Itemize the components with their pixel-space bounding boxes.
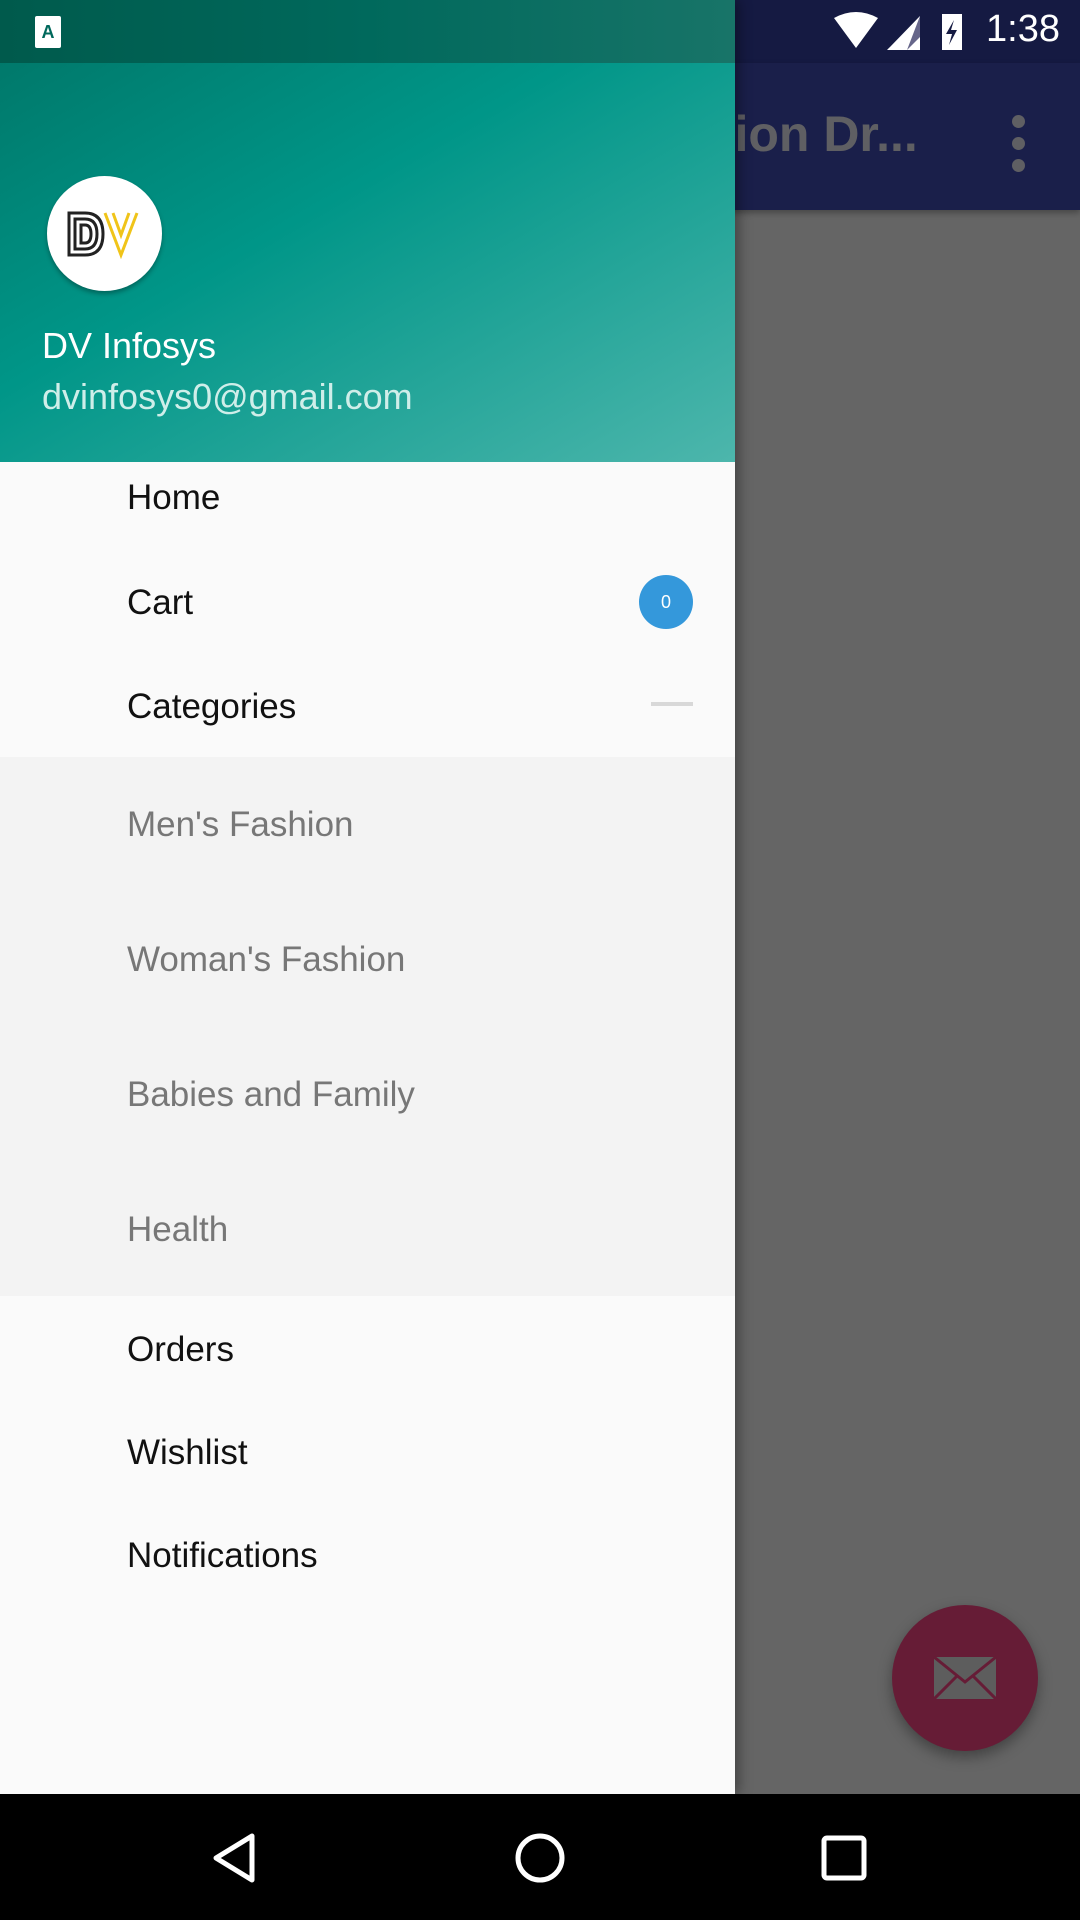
drawer-item-orders[interactable]: Orders [0, 1298, 735, 1402]
drawer-item-label: Notifications [127, 1536, 318, 1575]
submenu-item-health[interactable]: Health [0, 1162, 735, 1297]
drawer-header: DV Infosys dvinfosys0@gmail.com [0, 63, 735, 462]
navigation-drawer: A DV Infosys dvinfosys0@gmail.com Home C… [0, 0, 735, 1794]
dv-logo-icon [67, 211, 138, 259]
drawer-item-label: Wishlist [127, 1433, 248, 1472]
accessibility-app-icon: A [35, 16, 61, 48]
submenu-item-label: Men's Fashion [127, 804, 354, 844]
wifi-icon [834, 12, 878, 48]
mail-fab-button[interactable] [892, 1605, 1038, 1751]
avatar[interactable] [47, 176, 162, 291]
drawer-item-notifications[interactable]: Notifications [0, 1504, 735, 1608]
drawer-item-label: Home [127, 478, 221, 517]
user-email: dvinfosys0@gmail.com [42, 376, 413, 417]
status-time: 1:38 [986, 8, 1060, 50]
drawer-item-cart[interactable]: Cart [0, 551, 735, 655]
drawer-item-label: Orders [127, 1330, 234, 1369]
submenu-item-label: Babies and Family [127, 1074, 415, 1114]
submenu-item-womans-fashion[interactable]: Woman's Fashion [0, 892, 735, 1027]
status-icons [834, 12, 962, 50]
drawer-item-label: Categories [127, 687, 297, 726]
user-name: DV Infosys [42, 325, 217, 366]
drawer-item-categories[interactable]: Categories [0, 655, 735, 759]
submenu-item-label: Woman's Fashion [127, 939, 406, 979]
submenu-item-mens-fashion[interactable]: Men's Fashion [0, 757, 735, 892]
drawer-status-bar [0, 0, 735, 63]
cart-count-badge: 0 [639, 575, 693, 629]
submenu-item-babies-family[interactable]: Babies and Family [0, 1027, 735, 1162]
collapse-icon[interactable] [651, 702, 693, 706]
categories-submenu: Men's Fashion Woman's Fashion Babies and… [0, 757, 735, 1296]
home-icon[interactable] [512, 1830, 568, 1886]
svg-text:A: A [42, 22, 55, 42]
mail-icon [933, 1656, 997, 1700]
more-vert-icon[interactable] [1012, 115, 1026, 181]
drawer-item-wishlist[interactable]: Wishlist [0, 1401, 735, 1505]
submenu-item-label: Health [127, 1209, 229, 1249]
back-icon[interactable] [208, 1830, 264, 1886]
recents-icon[interactable] [816, 1830, 872, 1886]
drawer-item-home[interactable]: Home [0, 446, 735, 550]
drawer-item-label: Cart [127, 583, 194, 622]
